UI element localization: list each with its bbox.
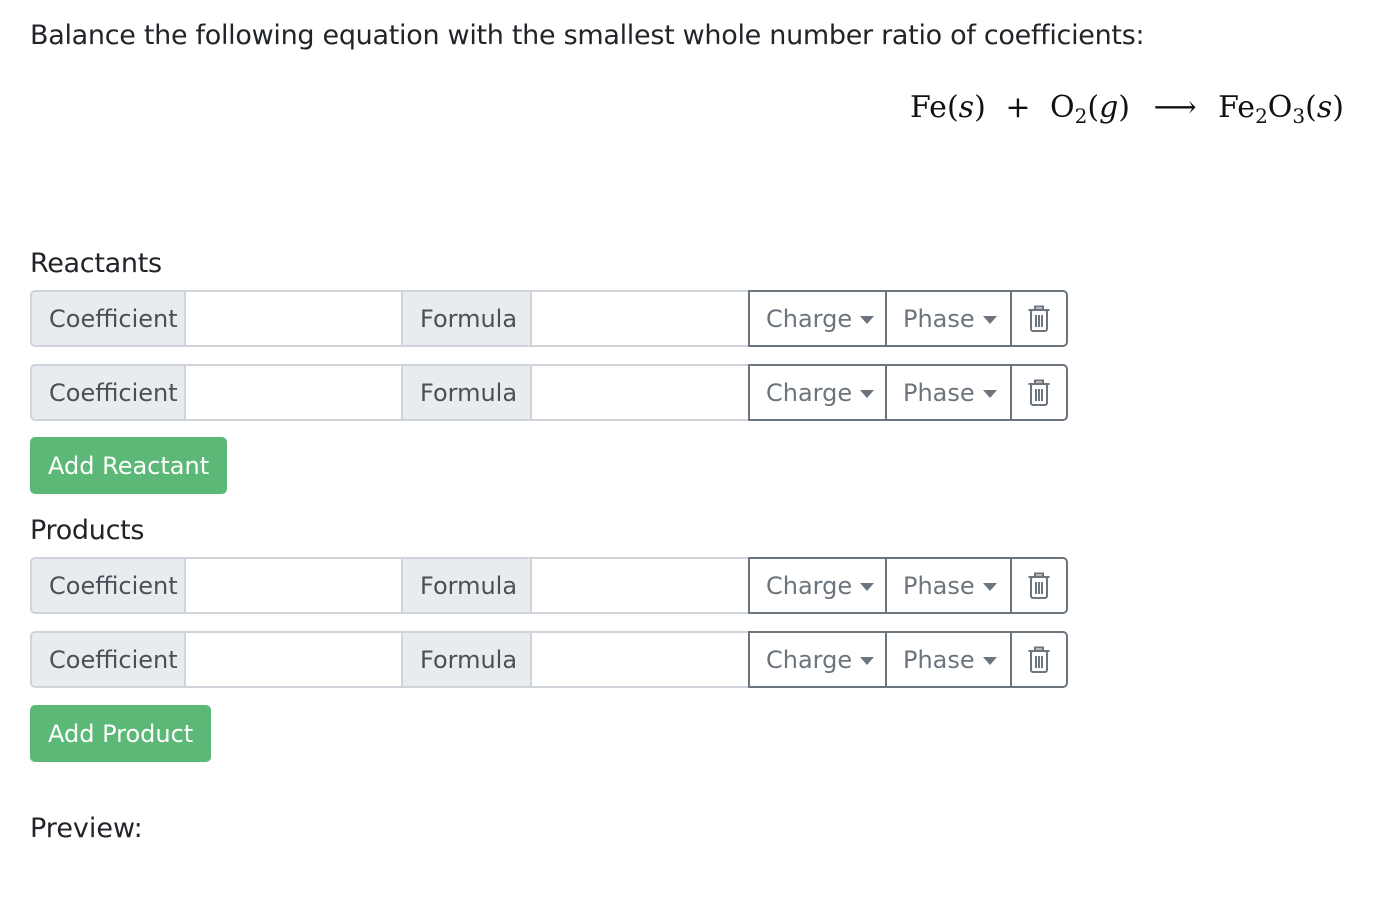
- charge-dropdown[interactable]: Charge: [748, 290, 887, 347]
- caret-down-icon: [982, 582, 997, 591]
- product-row: Coefficient Formula Charge Phase: [30, 631, 1068, 688]
- add-reactant-button[interactable]: Add Reactant: [30, 437, 228, 494]
- delete-button[interactable]: [1010, 290, 1068, 347]
- reactant-row: Coefficient Formula Charge Phase: [30, 364, 1068, 421]
- caret-down-icon: [982, 389, 997, 398]
- formula-label: Formula: [401, 557, 532, 614]
- caret-down-icon: [860, 315, 875, 324]
- formula-label: Formula: [401, 364, 532, 421]
- coefficient-input[interactable]: [184, 290, 403, 347]
- charge-dropdown-label: Charge: [766, 645, 853, 674]
- trash-icon: [1028, 572, 1050, 599]
- phase-dropdown[interactable]: Phase: [885, 290, 1012, 347]
- formula-input[interactable]: [530, 364, 750, 421]
- caret-down-icon: [860, 389, 875, 398]
- caret-down-icon: [982, 656, 997, 665]
- delete-button[interactable]: [1010, 631, 1068, 688]
- page: Balance the following equation with the …: [0, 0, 1392, 898]
- phase-dropdown-label: Phase: [903, 304, 975, 333]
- phase-dropdown[interactable]: Phase: [885, 631, 1012, 688]
- caret-down-icon: [982, 315, 997, 324]
- formula-input[interactable]: [530, 631, 750, 688]
- phase-dropdown-label: Phase: [903, 378, 975, 407]
- coefficient-input[interactable]: [184, 364, 403, 421]
- delete-button[interactable]: [1010, 557, 1068, 614]
- phase-dropdown[interactable]: Phase: [885, 557, 1012, 614]
- formula-input[interactable]: [530, 557, 750, 614]
- formula-input[interactable]: [530, 290, 750, 347]
- trash-icon: [1028, 379, 1050, 406]
- charge-dropdown-label: Charge: [766, 304, 853, 333]
- delete-button[interactable]: [1010, 364, 1068, 421]
- reactant-1-formula: Fe(s): [910, 90, 986, 125]
- product-1-formula: Fe2O3(s): [1218, 90, 1344, 128]
- coefficient-label: Coefficient: [30, 364, 186, 421]
- coefficient-input[interactable]: [184, 631, 403, 688]
- charge-dropdown[interactable]: Charge: [748, 364, 887, 421]
- reaction-arrow: ⟶: [1153, 90, 1197, 125]
- phase-dropdown-label: Phase: [903, 571, 975, 600]
- coefficient-input[interactable]: [184, 557, 403, 614]
- charge-dropdown[interactable]: Charge: [748, 557, 887, 614]
- formula-label: Formula: [401, 290, 532, 347]
- chemical-equation: Fe(s) + O2(g) ⟶ Fe2O3(s): [910, 90, 1344, 128]
- reactants-heading: Reactants: [30, 248, 162, 279]
- products-heading: Products: [30, 515, 145, 546]
- reactant-2-formula: O2(g): [1050, 90, 1131, 128]
- product-row: Coefficient Formula Charge Phase: [30, 557, 1068, 614]
- reactant-row: Coefficient Formula Charge Phase: [30, 290, 1068, 347]
- coefficient-label: Coefficient: [30, 557, 186, 614]
- phase-dropdown[interactable]: Phase: [885, 364, 1012, 421]
- phase-dropdown-label: Phase: [903, 645, 975, 674]
- preview-label: Preview:: [30, 813, 143, 844]
- add-product-button[interactable]: Add Product: [30, 705, 212, 762]
- trash-icon: [1028, 305, 1050, 332]
- question-prompt: Balance the following equation with the …: [30, 20, 1145, 51]
- plus-sign: +: [1005, 90, 1031, 125]
- coefficient-label: Coefficient: [30, 290, 186, 347]
- coefficient-label: Coefficient: [30, 631, 186, 688]
- charge-dropdown-label: Charge: [766, 378, 853, 407]
- charge-dropdown-label: Charge: [766, 571, 853, 600]
- trash-icon: [1028, 646, 1050, 673]
- caret-down-icon: [860, 656, 875, 665]
- charge-dropdown[interactable]: Charge: [748, 631, 887, 688]
- formula-label: Formula: [401, 631, 532, 688]
- caret-down-icon: [860, 582, 875, 591]
